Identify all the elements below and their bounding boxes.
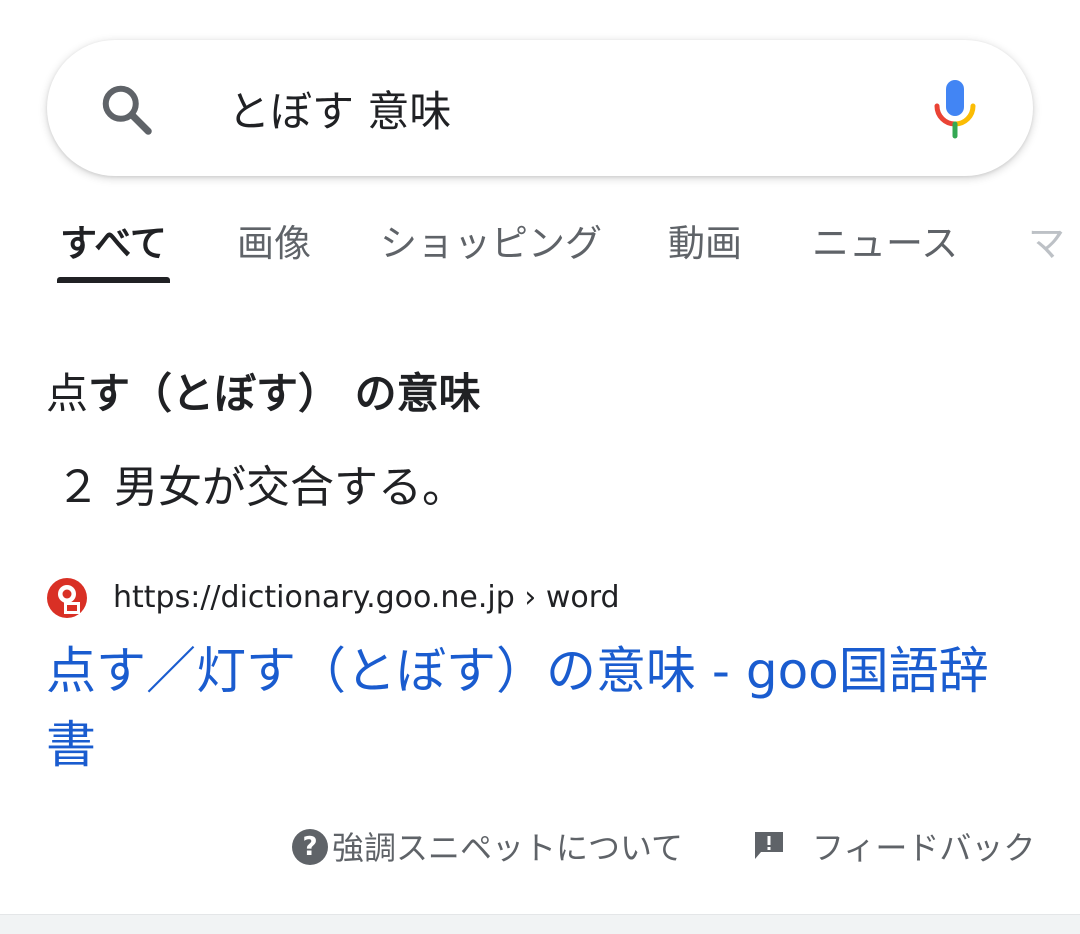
search-input[interactable]: とぼす 意味 [228,82,451,142]
search-icon[interactable] [97,80,157,140]
tab-maps[interactable]: マ [1028,216,1065,272]
tab-videos[interactable]: 動画 [668,216,742,272]
search-results-page: とぼす 意味 すべて 画像 ショッピング 動画 ニュース マ 点す（とぼす） の… [0,0,1080,934]
source-url[interactable]: https://dictionary.goo.ne.jp › word [113,576,620,620]
search-tabs: すべて 画像 ショッピング 動画 ニュース マ [0,216,1080,286]
feedback-icon[interactable] [752,830,786,862]
search-box[interactable] [47,40,1033,176]
result-title-link[interactable]: 点す／灯す（とぼす）の意味 - goo国語辞書 [46,634,1036,782]
tab-all[interactable]: すべて [60,216,167,272]
tab-shopping[interactable]: ショッピング [380,216,602,272]
help-icon: ? [292,829,328,865]
snippet-definition: ２ 男女が交合する。 [56,462,466,513]
mic-icon[interactable] [932,78,978,140]
about-snippet-label: 強調スニペットについて [332,829,684,867]
active-tab-indicator [57,277,170,283]
goo-favicon-icon[interactable] [46,577,88,619]
snippet-heading: 点す（とぼす） の意味 [46,364,481,424]
tab-news[interactable]: ニュース [812,216,958,272]
feedback-link[interactable]: フィードバック [812,826,1035,870]
snippet-heading-prefix: 点 [46,369,89,418]
tab-images[interactable]: 画像 [237,216,311,272]
section-divider [0,914,1080,934]
snippet-heading-bold: す（とぼす） の意味 [88,369,481,418]
about-snippet-link[interactable]: ? 強調スニペットについて [292,826,683,870]
